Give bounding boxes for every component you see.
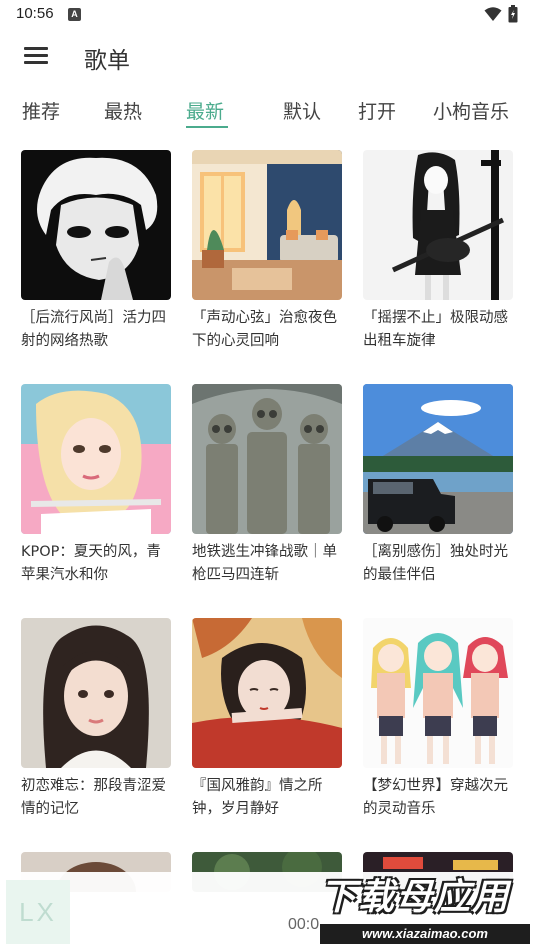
playlist-card[interactable]: ［离别感伤］独处时光的最佳伴侣 <box>363 384 513 587</box>
playlist-card[interactable]: 初恋难忘：那段青涩爱情的记忆 <box>21 618 171 821</box>
tab-source[interactable]: 小枸音乐 <box>433 97 509 124</box>
sort-tabs: 推荐 最热 最新 默认 打开 小枸音乐 <box>0 92 534 132</box>
status-time: 10:56 <box>16 5 54 22</box>
playlist-title: 【梦幻世界】穿越次元的灵动音乐 <box>363 778 508 817</box>
playlist-card[interactable]: 地铁逃生冲锋战歌｜单枪匹马四连斩 <box>192 384 342 587</box>
playlist-title: 地铁逃生冲锋战歌｜单枪匹马四连斩 <box>192 544 337 583</box>
mountain-car-icon <box>363 384 513 534</box>
tab-newest[interactable]: 最新 <box>186 97 224 124</box>
portrait-girl-icon <box>21 618 171 768</box>
playlist-title: 『国风雅韵』情之所钟，岁月静好 <box>192 778 323 817</box>
page-title: 歌单 <box>84 48 130 74</box>
watermark-url: www.xiazaimao.com <box>320 924 530 944</box>
playlist-title: 「声动心弦」治愈夜色下的心灵回响 <box>192 310 337 349</box>
playlist-title: 「摇摆不止」极限动感出租车旋律 <box>363 310 508 349</box>
playlist-card[interactable]: 『国风雅韵』情之所钟，岁月静好 <box>192 618 342 821</box>
watermark-title: 下载母应用 <box>320 877 511 918</box>
menu-icon[interactable] <box>22 44 50 68</box>
playlist-title: ［离别感伤］独处时光的最佳伴侣 <box>363 544 508 583</box>
app-bar: 歌单 <box>0 30 534 86</box>
status-bar: 10:56 A <box>0 0 534 30</box>
playlist-card[interactable]: 「摇摆不止」极限动感出租车旋律 <box>363 150 513 353</box>
wifi-icon <box>484 6 502 26</box>
playlist-card[interactable]: 【梦幻世界】穿越次元的灵动音乐 <box>363 618 513 821</box>
soldiers-icon <box>192 384 342 534</box>
playlist-title: 初恋难忘：那段青涩爱情的记忆 <box>21 778 166 817</box>
playlist-card[interactable]: 「声动心弦」治愈夜色下的心灵回响 <box>192 150 342 353</box>
playlist-title: ［后流行风尚］活力四射的网络热歌 <box>21 310 166 349</box>
player-time: 00:0 <box>288 916 320 933</box>
guitar-girl-icon <box>363 150 513 300</box>
tab-open[interactable]: 打开 <box>358 97 396 124</box>
tab-recommended[interactable]: 推荐 <box>22 97 60 124</box>
playlist-title: KPOP：夏天的风，青苹果汽水和你 <box>21 544 161 583</box>
watermark-logo: 下载母应用 www.xiazaimao.com <box>320 876 530 944</box>
guofeng-girl-icon <box>192 618 342 768</box>
tab-default[interactable]: 默认 <box>283 97 321 124</box>
battery-icon <box>508 5 518 27</box>
anime-trio-icon <box>363 618 513 768</box>
player-cover[interactable]: LX <box>6 880 70 944</box>
tab-hottest[interactable]: 最热 <box>104 97 142 124</box>
playlist-card[interactable]: ［后流行风尚］活力四射的网络热歌 <box>21 150 171 353</box>
blonde-girl-icon <box>21 384 171 534</box>
cozy-room-icon <box>192 150 342 300</box>
playlist-card[interactable]: KPOP：夏天的风，青苹果汽水和你 <box>21 384 171 587</box>
anime-boy-icon <box>21 150 171 300</box>
active-tab-indicator <box>186 126 228 128</box>
notification-icon: A <box>68 8 81 21</box>
